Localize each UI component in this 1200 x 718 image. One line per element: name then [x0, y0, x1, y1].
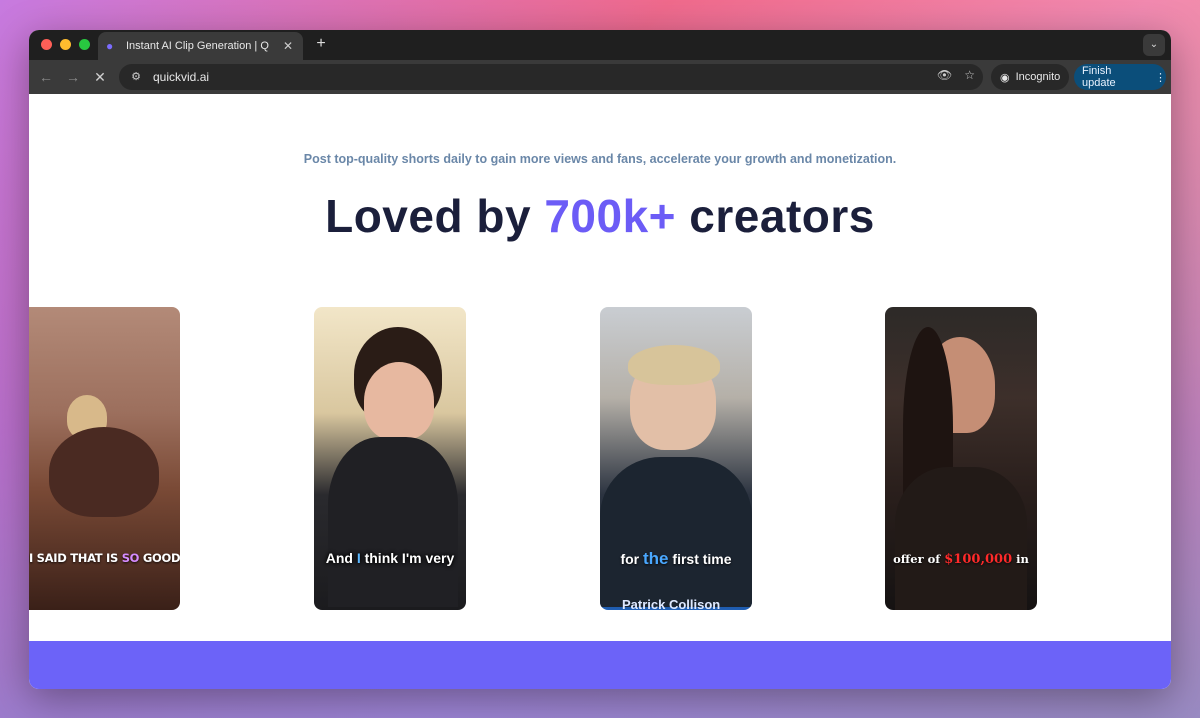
site-info-icon[interactable]: ⚙ — [127, 68, 145, 86]
video-clip-2[interactable]: And I think I'm very — [314, 307, 466, 610]
clip-thumbnail-body — [895, 467, 1027, 610]
url-text: quickvid.ai — [153, 70, 210, 84]
browser-window: ● Instant AI Clip Generation | Q ✕ + ⌄ ←… — [29, 30, 1171, 689]
window-controls — [41, 39, 90, 50]
clip-thumbnail-hair — [628, 345, 720, 385]
tab-title: Instant AI Clip Generation | Q — [126, 40, 269, 52]
incognito-label: Incognito — [1015, 71, 1061, 83]
quickvid-favicon-icon: ● — [106, 39, 114, 53]
clip-caption: for the first time — [620, 549, 732, 568]
clip-name-strip: Patrick Collison — [622, 597, 721, 610]
stop-loading-icon[interactable]: ✕ — [91, 68, 109, 86]
incognito-icon: ◉ — [1000, 71, 1010, 84]
footer-band — [29, 641, 1171, 689]
video-clip-3[interactable]: for the first time Patrick Collison — [600, 307, 752, 610]
new-tab-icon[interactable]: + — [312, 35, 330, 53]
tab-active[interactable]: ● Instant AI Clip Generation | Q ✕ — [98, 32, 303, 60]
clip-caption: And I think I'm very — [325, 550, 455, 566]
address-bar[interactable]: ⚙ quickvid.ai 👁 ☆ — [119, 64, 983, 90]
headline-accent: 700k+ — [544, 190, 677, 242]
tagline: Post top-quality shorts daily to gain mo… — [303, 152, 897, 166]
bookmark-star-icon[interactable]: ☆ — [964, 68, 975, 82]
page-content: Post top-quality shorts daily to gain mo… — [29, 94, 1171, 689]
headline-pre: Loved by — [325, 190, 545, 242]
clip-thumbnail-body — [328, 437, 458, 607]
tab-strip: ● Instant AI Clip Generation | Q ✕ + ⌄ — [29, 30, 1171, 60]
tab-search-chevron-icon[interactable]: ⌄ — [1143, 34, 1165, 56]
incognito-badge[interactable]: ◉ Incognito — [991, 64, 1069, 90]
headline-post: creators — [676, 190, 875, 242]
page-headline: Loved by 700k+ creators — [29, 189, 1171, 243]
back-arrow-icon[interactable]: ← — [37, 68, 55, 86]
maximize-window-button[interactable] — [79, 39, 90, 50]
eye-off-icon[interactable]: 👁 — [937, 68, 952, 82]
clip-caption: offer of $100,000 in — [893, 552, 1029, 567]
clip-thumbnail-body — [49, 427, 159, 517]
finish-update-button[interactable]: Finish update ⋮ — [1074, 64, 1166, 90]
close-tab-icon[interactable]: ✕ — [281, 39, 295, 53]
video-clip-4[interactable]: offer of $100,000 in — [885, 307, 1037, 610]
more-vertical-icon[interactable]: ⋮ — [1155, 71, 1166, 84]
finish-update-label: Finish update — [1082, 65, 1116, 89]
clip-thumbnail-body — [600, 457, 752, 607]
clip-caption: I SAID THAT IS SO GOOD — [29, 551, 180, 565]
forward-arrow-icon[interactable]: → — [64, 68, 82, 86]
video-clip-1[interactable]: I SAID THAT IS SO GOOD — [29, 307, 180, 610]
minimize-window-button[interactable] — [60, 39, 71, 50]
toolbar: ← → ✕ ⚙ quickvid.ai 👁 ☆ ◉ Incognito Fini… — [29, 60, 1171, 94]
clip-thumbnail-face — [364, 362, 434, 440]
close-window-button[interactable] — [41, 39, 52, 50]
